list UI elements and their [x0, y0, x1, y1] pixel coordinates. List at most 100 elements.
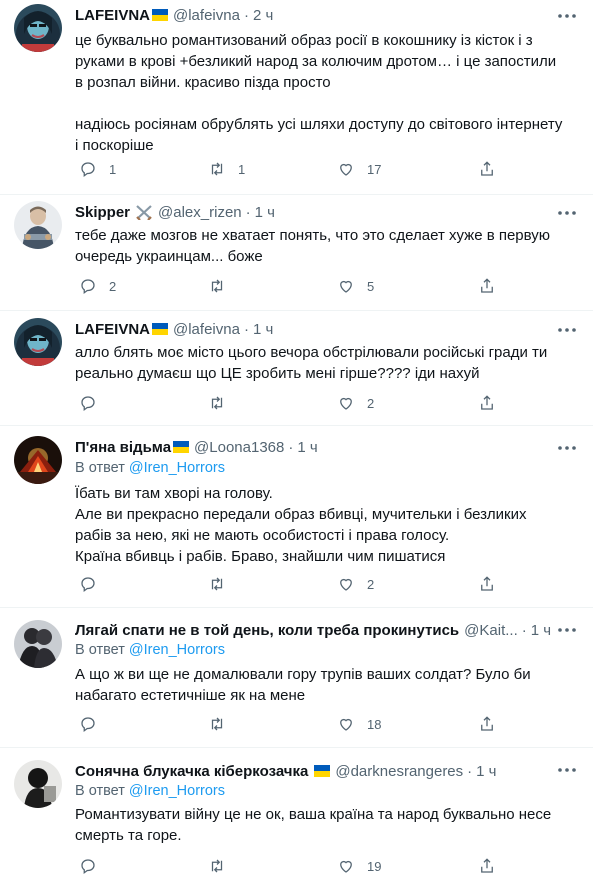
tweet-text: алло блять моє місто цього вечора обстрі… [75, 342, 565, 384]
like-count: 2 [367, 395, 375, 411]
retweet-button[interactable] [200, 855, 238, 877]
reply-button[interactable]: 1 [71, 158, 116, 180]
tweet[interactable]: LAFEIVNA @lafeivna · 2 ч це буквально ро… [0, 0, 593, 194]
share-button[interactable] [470, 392, 508, 414]
reply-count: 2 [109, 278, 117, 294]
like-button[interactable]: 5 [329, 275, 374, 297]
timestamp[interactable]: 1 ч [255, 204, 275, 221]
more-options-icon[interactable] [555, 320, 579, 340]
timestamp[interactable]: 1 ч [476, 763, 496, 780]
reply-button[interactable] [71, 713, 109, 735]
share-button[interactable] [470, 713, 508, 735]
separator-dot: · [243, 320, 249, 338]
user-handle[interactable]: @lafeivna [173, 7, 240, 24]
ukraine-flag-icon [152, 9, 168, 21]
user-handle[interactable]: @alex_rizen [158, 204, 242, 221]
avatar[interactable] [14, 760, 62, 808]
more-options-icon[interactable] [555, 438, 579, 458]
display-name[interactable]: Сонячна блукачка кіберкозачка [75, 763, 308, 780]
like-count: 18 [367, 716, 382, 732]
separator-dot: · [243, 6, 249, 24]
reply-icon [81, 162, 95, 178]
tweet[interactable]: Лягай спати не в той день, коли треба пр… [0, 608, 593, 747]
reply-button[interactable] [71, 573, 109, 595]
ukraine-flag-icon [314, 765, 331, 777]
retweet-icon [211, 279, 223, 293]
tweet-paragraph: Країна вбивць і рабів. Браво, знайшли чи… [75, 548, 446, 565]
replying-to-link[interactable]: @Iren_Horrors [129, 460, 225, 476]
like-button[interactable]: 2 [329, 392, 374, 414]
avatar[interactable] [14, 620, 62, 668]
like-button[interactable]: 17 [329, 158, 381, 180]
timestamp[interactable]: 1 ч [531, 622, 551, 639]
avatar[interactable] [14, 4, 62, 52]
retweet-button[interactable]: 1 [200, 158, 245, 180]
user-handle[interactable]: @Loona1368 [194, 439, 284, 456]
share-button[interactable] [470, 855, 508, 877]
ukraine-flag-icon [152, 323, 168, 335]
retweet-count: 1 [238, 161, 246, 177]
display-name[interactable]: Skipper [75, 204, 130, 221]
tweet-header: LAFEIVNA @lafeivna · 2 ч [75, 4, 553, 26]
replying-to-label: В ответ [75, 783, 129, 799]
tweet-actions: 18 [65, 713, 505, 735]
display-name[interactable]: LAFEIVNA [75, 321, 150, 338]
user-handle[interactable]: @lafeivna [173, 321, 240, 338]
separator-dot: · [521, 621, 527, 639]
retweet-button[interactable] [200, 392, 238, 414]
reply-button[interactable] [71, 392, 109, 414]
replying-to-link[interactable]: @Iren_Horrors [129, 642, 225, 658]
user-handle[interactable]: @darknesrangeres [335, 763, 463, 780]
heart-icon [340, 718, 352, 731]
share-button[interactable] [470, 573, 508, 595]
more-options-icon[interactable] [555, 203, 579, 223]
tweet-actions: 2 [65, 392, 505, 414]
timestamp[interactable]: 2 ч [253, 7, 273, 24]
avatar[interactable] [14, 201, 62, 249]
timestamp[interactable]: 1 ч [253, 321, 273, 338]
share-button[interactable] [470, 158, 508, 180]
more-options-icon[interactable] [555, 620, 579, 640]
like-count: 2 [367, 576, 375, 592]
like-button[interactable]: 18 [329, 713, 381, 735]
crossed-swords-icon [135, 204, 153, 220]
tweet-actions: 1 1 17 [65, 158, 505, 180]
retweet-button[interactable] [200, 275, 238, 297]
display-name[interactable]: Лягай спати не в той день, коли треба пр… [75, 622, 459, 639]
tweet-paragraph: Їбать ви там хворі на голову. [75, 485, 273, 502]
avatar[interactable] [14, 436, 62, 484]
tweet-paragraph: це буквально романтизований образ росії … [75, 32, 557, 91]
reply-button[interactable]: 2 [71, 275, 116, 297]
reply-button[interactable] [71, 855, 109, 877]
retweet-button[interactable] [200, 713, 238, 735]
retweet-button[interactable] [200, 573, 238, 595]
tweet-paragraph: тебе даже мозгов не хватает понять, что … [75, 227, 551, 265]
more-options-icon[interactable] [555, 6, 579, 26]
timestamp[interactable]: 1 ч [297, 439, 317, 456]
tweet-actions: 2 [65, 573, 505, 595]
replying-to-link[interactable]: @Iren_Horrors [129, 783, 225, 799]
display-name[interactable]: П'яна відьма [75, 439, 171, 456]
tweet-header: П'яна відьма @Loona1368 · 1 ч [75, 436, 553, 458]
tweet-paragraph: Романтизувати війну це не ок, ваша країн… [75, 806, 552, 844]
user-handle[interactable]: @Kait... [464, 622, 518, 639]
separator-dot: · [245, 203, 251, 221]
retweet-icon [211, 396, 223, 410]
tweet[interactable]: Сонячна блукачка кіберкозачка @darknesra… [0, 748, 593, 879]
avatar[interactable] [14, 318, 62, 366]
replying-to-label: В ответ [75, 460, 129, 476]
tweet-text: Їбать ви там хворі на голову. Але ви пре… [75, 483, 565, 567]
tweet[interactable]: П'яна відьма @Loona1368 · 1 ч В ответ @I… [0, 426, 593, 607]
heart-icon [340, 163, 352, 176]
replying-to-label: В ответ [75, 642, 129, 658]
reply-icon [81, 396, 95, 412]
tweet-paragraph: надіюсь росіянам обрублять усі шляхи дос… [75, 116, 563, 154]
like-button[interactable]: 19 [329, 855, 381, 877]
more-options-icon[interactable] [555, 760, 579, 780]
like-button[interactable]: 2 [329, 573, 374, 595]
share-button[interactable] [470, 275, 508, 297]
tweet[interactable]: Skipper @alex_rizen · 1 ч тебе даже мозг… [0, 195, 593, 310]
tweet[interactable]: LAFEIVNA @lafeivna · 1 ч алло блять моє … [0, 311, 593, 425]
display-name[interactable]: LAFEIVNA [75, 7, 150, 24]
tweet-header: Лягай спати не в той день, коли треба пр… [75, 619, 553, 641]
